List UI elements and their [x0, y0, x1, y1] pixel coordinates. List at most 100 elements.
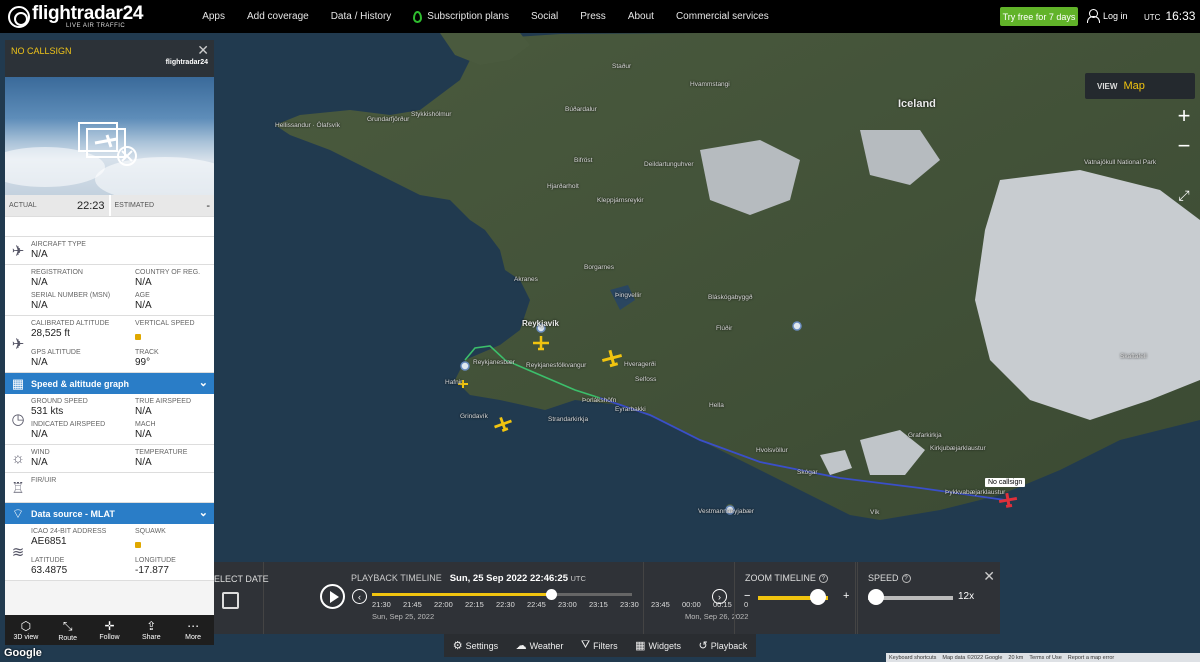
label-strandarkirkja: Strandarkirkja — [548, 416, 589, 423]
login-label: Log in — [1103, 10, 1128, 21]
radar-logo-icon — [8, 5, 30, 28]
estimated-label: ESTIMATED — [114, 202, 155, 209]
field-value: N/A — [31, 457, 48, 468]
toolbar-label: Filters — [593, 640, 618, 651]
label-hjardarholt: Hjarðarholt — [547, 183, 579, 190]
nav-add-coverage[interactable]: Add coverage — [236, 11, 320, 22]
plane-icon: ✈ — [11, 242, 25, 260]
label-thingvellir: Þingvellir — [615, 292, 642, 299]
estimated-time: ESTIMATED - — [110, 195, 214, 216]
login-button[interactable]: Log in — [1087, 9, 1128, 23]
nav-apps[interactable]: Apps — [191, 11, 236, 22]
close-panel-button[interactable]: ✕ — [197, 42, 209, 59]
fir-field: FIR/UIR — [31, 477, 135, 498]
speed-control: SPEED? 12x — [857, 562, 999, 634]
field-label: LATITUDE — [31, 557, 65, 564]
field-label: AGE — [135, 292, 150, 299]
crosshair-icon: ✛ — [104, 619, 115, 633]
serial-field: SERIAL NUMBER (MSN) N/A — [31, 292, 135, 311]
play-button[interactable] — [320, 584, 345, 609]
field-label: SQUAWK — [135, 528, 166, 535]
nav-social[interactable]: Social — [520, 11, 569, 22]
try-free-button[interactable]: Try free for 7 days — [1000, 7, 1078, 26]
select-date[interactable]: ELECT DATE — [214, 562, 269, 634]
zoom-slider-handle[interactable] — [809, 589, 826, 605]
label-fludir: Flúðir — [716, 325, 733, 332]
nav-subscription-plans[interactable]: Subscription plans — [402, 10, 520, 23]
zoom-minus-button[interactable]: − — [744, 590, 750, 602]
mach-field: MACH N/A — [135, 421, 214, 440]
weather-section: ☼ WIND N/A TEMPERATURE N/A — [5, 445, 214, 473]
transponder-section: ≋ ICAO 24-BIT ADDRESS AE6851 SQUAWK LATIT… — [5, 524, 214, 581]
zoom-timeline: ZOOM TIMELINE? − + — [734, 562, 856, 634]
zoom-plus-button[interactable]: + — [843, 590, 849, 602]
country-field: COUNTRY OF REG. N/A — [135, 269, 214, 288]
close-playback-button[interactable]: ✕ — [983, 568, 995, 585]
share-button[interactable]: ⇪ Share — [130, 615, 172, 645]
data-source-toggle[interactable]: ⌔ Data source - MLAT ⌄ — [5, 503, 214, 524]
view-value: Map — [1123, 80, 1145, 92]
nav-commercial-services[interactable]: Commercial services — [665, 11, 780, 22]
help-icon[interactable]: ? — [818, 574, 828, 584]
label-blaskogabyggd: Bláskógabyggð — [708, 294, 753, 301]
speed-altitude-graph-toggle[interactable]: ▦ Speed & altitude graph ⌄ — [5, 373, 214, 394]
nav-about[interactable]: About — [617, 11, 665, 22]
label-vatnajokull: Vatnajökull National Park — [1084, 159, 1157, 166]
help-icon[interactable]: ? — [901, 574, 911, 584]
route-button[interactable]: ⤡ Route — [47, 615, 89, 645]
map-data-credit: Map data ©2022 Google — [942, 654, 1003, 661]
field-value: 28,525 ft — [31, 328, 70, 339]
label-vestmannaeyjar: Vestmannaeyjabær — [698, 508, 755, 515]
toolbar-label: Settings — [465, 640, 499, 651]
timeline-ticks: 21:30 21:45 22:00 22:15 22:30 22:45 23:00 23:15… — [372, 600, 748, 612]
progress-spacer — [5, 217, 214, 237]
label-hvolsvollur: Hvolsvöllur — [756, 447, 788, 454]
keyboard-shortcuts-link[interactable]: Keyboard shortcuts — [889, 655, 936, 661]
field-label: VERTICAL SPEED — [135, 320, 195, 327]
weather-button[interactable]: ☁ Weather — [516, 639, 564, 652]
3d-view-button[interactable]: ⬡ 3D view — [5, 615, 47, 645]
label-selfoss: Selfoss — [635, 376, 657, 383]
zoom-in-button[interactable]: + — [1172, 103, 1196, 128]
timeline-slider[interactable] — [372, 589, 632, 600]
flight-label-tag[interactable]: No callsign — [985, 478, 1026, 487]
timeline-next-button[interactable]: › — [712, 589, 727, 604]
timeline-handle[interactable] — [546, 589, 558, 600]
temperature-field: TEMPERATURE N/A — [135, 449, 214, 468]
label-thorlakshofn: Þorlákshöfn — [582, 397, 617, 404]
follow-button[interactable]: ✛ Follow — [89, 615, 131, 645]
filters-button[interactable]: ⛛ Filters — [581, 639, 618, 652]
terms-link[interactable]: Terms of Use — [1029, 655, 1061, 661]
label-deildartunguhver: Deildartunguhver — [644, 161, 694, 168]
flightradar24-logo[interactable]: flightradar24 LIVE AIR TRAFFIC — [8, 0, 143, 33]
label-hvammstangi: Hvammstangi — [690, 81, 730, 88]
field-value: N/A — [135, 277, 152, 288]
field-label: GPS ALTITUDE — [31, 349, 81, 356]
scale-bar: 20 km — [1008, 654, 1024, 661]
share-icon: ⇪ — [146, 619, 157, 633]
speed-slider-handle[interactable] — [868, 589, 884, 605]
label-bifrost: Bifröst — [574, 157, 593, 164]
latitude-field: LATITUDE 63.4875 — [31, 557, 135, 576]
nav-data-history[interactable]: Data / History — [320, 11, 403, 22]
nav-press[interactable]: Press — [569, 11, 617, 22]
playback-button[interactable]: ↺ Playback — [698, 639, 747, 652]
map-view-selector[interactable]: VIEW Map — [1085, 73, 1195, 99]
field-label: TRUE AIRSPEED — [135, 398, 192, 405]
zoom-out-button[interactable]: − — [1172, 133, 1196, 158]
indicated-airspeed-field: INDICATED AIRSPEED N/A — [31, 421, 135, 440]
speed-value: 12x — [958, 591, 975, 602]
field-label: WIND — [31, 449, 50, 456]
longitude-field: LONGITUDE -17.877 — [135, 557, 214, 576]
widgets-button[interactable]: ▦ Widgets — [635, 639, 681, 652]
registration-field: REGISTRATION N/A — [31, 269, 135, 288]
panel-header: NO CALLSIGN ✕ flightradar24 — [5, 40, 214, 77]
timeline-prev-button[interactable]: ‹ — [352, 589, 367, 604]
more-button[interactable]: ⋯ More — [172, 615, 214, 645]
settings-button[interactable]: ⚙ Settings — [453, 639, 498, 652]
fullscreen-button[interactable]: ⤢ — [1172, 183, 1196, 207]
speed-label: SPEED — [868, 573, 899, 583]
cube-icon: ⬡ — [20, 619, 32, 633]
speed-section: ◷ GROUND SPEED 531 kts TRUE AIRSPEED N/A I… — [5, 394, 214, 445]
report-error-link[interactable]: Report a map error — [1068, 655, 1114, 661]
